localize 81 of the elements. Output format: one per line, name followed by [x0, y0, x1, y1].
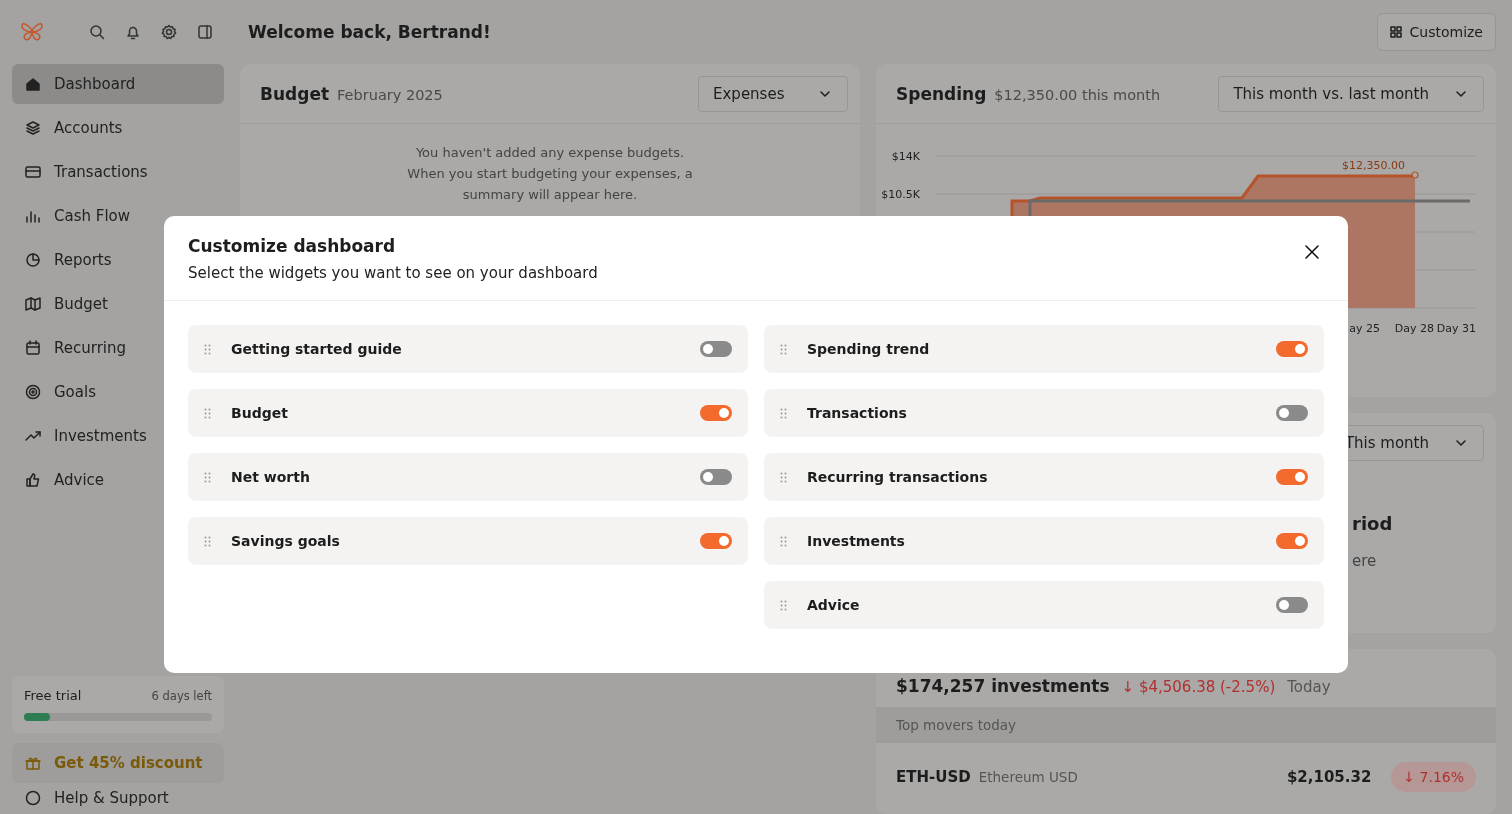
- card-icon: [24, 163, 42, 181]
- drag-handle-icon[interactable]: [204, 471, 211, 483]
- value-label: $12,350.00: [1342, 159, 1405, 172]
- trial-label: Free trial: [24, 688, 82, 703]
- change-badge: ↓ 7.16%: [1391, 762, 1476, 792]
- toggle-switch[interactable]: [1276, 341, 1308, 357]
- investments-total: $174,257 investments: [896, 676, 1110, 696]
- axis-label: Day 28: [1394, 322, 1434, 335]
- asset-name: Ethereum USD: [978, 769, 1078, 785]
- greeting-title: Welcome back, Bertrand!: [248, 22, 492, 42]
- nav-item[interactable]: Help & Support: [12, 787, 224, 809]
- search-icon: [88, 23, 106, 41]
- drag-handle-icon[interactable]: [204, 407, 211, 419]
- drag-handle-icon[interactable]: [780, 407, 787, 419]
- card-heading: riod: [1352, 513, 1394, 534]
- card-title: Spending: [896, 83, 987, 104]
- change-amount: ↓ $4,506.38 (-2.5%): [1121, 678, 1276, 696]
- dialog-title: Customize dashboard: [188, 236, 397, 256]
- toggle-switch[interactable]: [1276, 405, 1308, 421]
- widget-label: Getting started guide: [231, 341, 403, 357]
- drag-handle-icon[interactable]: [780, 599, 787, 611]
- card-subtitle: $12,350.00 this month: [994, 86, 1161, 103]
- section-title: Top movers today: [896, 717, 1017, 733]
- toggle-switch[interactable]: [1276, 469, 1308, 485]
- toggle-switch[interactable]: [700, 341, 732, 357]
- axis-label: ay 25: [1349, 322, 1380, 335]
- drag-handle-icon[interactable]: [204, 535, 211, 547]
- sidebar-toggle-icon: [196, 23, 214, 41]
- grid-icon: [1389, 26, 1402, 38]
- price-label: $2,105.32: [1286, 768, 1372, 786]
- toggle-switch[interactable]: [1276, 597, 1308, 613]
- days-left-label: 6 days left: [151, 688, 212, 703]
- axis-label: $10.5K: [881, 188, 920, 201]
- nav-item[interactable]: Transactions: [12, 152, 224, 192]
- nav-item[interactable]: Recurring: [12, 328, 224, 368]
- close-icon: [1304, 244, 1320, 260]
- empty-message: You haven't added any expense budgets. When you start budgeting your expenses, a summary will appear here.: [406, 144, 694, 204]
- card-text: ere: [1352, 552, 1378, 570]
- widget-label: Recurring transactions: [807, 469, 989, 485]
- axis-label: $14K: [891, 150, 920, 163]
- data-point: [1411, 171, 1419, 179]
- toggle-switch[interactable]: [700, 405, 732, 421]
- period-label: Today: [1287, 678, 1331, 696]
- drag-handle-icon[interactable]: [780, 343, 787, 355]
- drag-handle-icon[interactable]: [204, 343, 211, 355]
- nav-item[interactable]: Budget: [12, 284, 224, 324]
- drag-handle-icon[interactable]: [780, 471, 787, 483]
- dialog-subtitle: Select the widgets you want to see on your dashboard: [188, 264, 598, 282]
- ticker-symbol: ETH-USD: [896, 768, 971, 786]
- nav-item[interactable]: Advice: [12, 460, 224, 500]
- widget-label: Advice: [807, 597, 861, 613]
- pie-chart-icon: [24, 251, 42, 269]
- map-icon: [24, 295, 42, 313]
- home-icon: [24, 75, 42, 93]
- nav-item[interactable]: Goals: [12, 372, 224, 412]
- widget-label: Transactions: [807, 405, 908, 421]
- card-subtitle: February 2025: [337, 86, 443, 103]
- nav-item[interactable]: Cash Flow: [12, 196, 224, 236]
- target-icon: [24, 383, 42, 401]
- widget-label: Net worth: [231, 469, 311, 485]
- drag-handle-icon[interactable]: [780, 535, 787, 547]
- expenses-dropdown[interactable]: Expenses: [698, 75, 848, 112]
- toggle-switch[interactable]: [700, 533, 732, 549]
- card-title: Budget: [260, 83, 330, 104]
- thumbs-up-icon: [24, 471, 42, 489]
- axis-label: Day 31: [1436, 322, 1476, 335]
- layers-icon: [24, 119, 42, 137]
- calendar-icon: [24, 339, 42, 357]
- nav-item[interactable]: Dashboard: [12, 64, 224, 104]
- widget-label: Spending trend: [807, 341, 931, 357]
- widget-label: Investments: [807, 533, 906, 549]
- help-icon: [24, 789, 42, 807]
- comparison-dropdown[interactable]: This month vs. last month: [1218, 75, 1484, 112]
- nav-item[interactable]: Investments: [12, 416, 224, 456]
- toggle-switch[interactable]: [1276, 533, 1308, 549]
- customize-button[interactable]: Customize: [1376, 13, 1496, 51]
- widget-label: Savings goals: [231, 533, 341, 549]
- settings-icon: [160, 23, 178, 41]
- nav-item[interactable]: Accounts: [12, 108, 224, 148]
- toggle-switch[interactable]: [700, 469, 732, 485]
- widget-label: Budget: [231, 405, 289, 421]
